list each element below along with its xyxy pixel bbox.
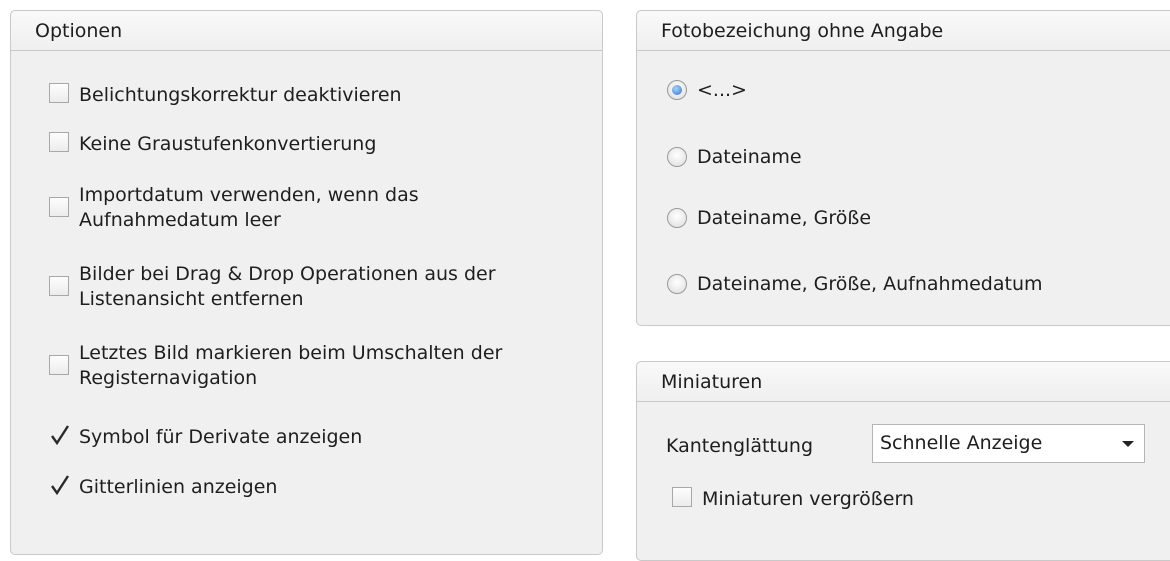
radio-filename-size[interactable]: Dateiname, Größe [667,207,871,229]
radio-filename[interactable]: Dateiname [667,146,802,168]
checkbox[interactable] [672,487,692,507]
radio-button[interactable] [667,208,687,228]
radio-label: Dateiname [697,146,802,168]
option-remove-on-drag-drop[interactable]: Bilder bei Drag & Drop Operationen aus d… [49,262,496,312]
option-label: Keine Graustufenkonvertierung [79,133,377,155]
thumbnails-panel-title: Miniaturen [637,362,1170,402]
option-use-import-date[interactable]: Importdatum verwenden, wenn das Aufnahme… [49,183,419,233]
option-label: Miniaturen vergrößern [702,488,914,510]
antialias-dropdown[interactable]: Schnelle Anzeige [872,424,1145,463]
radio-filename-size-date[interactable]: Dateiname, Größe, Aufnahmedatum [667,273,1043,295]
checkbox[interactable] [49,276,69,296]
radio-placeholder[interactable]: <...> [667,79,747,101]
photo-label-panel: Fotobezeichung ohne Angabe <...> Dateina… [636,10,1170,326]
option-label-line-2: Registernavigation [79,367,258,389]
option-label: Symbol für Derivate anzeigen [79,426,363,448]
radio-button[interactable] [667,147,687,167]
option-enlarge-thumbnails[interactable]: Miniaturen vergrößern [672,487,914,512]
option-label: Letztes Bild markieren beim Umschalten d… [79,341,502,391]
option-label-line-1: Importdatum verwenden, wenn das [79,184,419,206]
option-label-line-1: Bilder bei Drag & Drop Operationen aus d… [79,263,496,285]
radio-label: Dateiname, Größe [697,207,872,229]
checkbox[interactable] [49,197,69,217]
option-label: Importdatum verwenden, wenn das Aufnahme… [79,183,419,233]
option-label-line-2: Aufnahmedatum leer [79,209,281,231]
option-label-line-2: Listenansicht entfernen [79,288,304,310]
checkmark-icon [51,425,70,446]
radio-label: Dateiname, Größe, Aufnahmedatum [697,273,1043,295]
option-show-grid-lines[interactable]: Gitterlinien anzeigen [49,475,277,500]
option-label: Bilder bei Drag & Drop Operationen aus d… [79,262,496,312]
photo-label-panel-title: Fotobezeichung ohne Angabe [637,11,1170,51]
option-label-line-1: Letztes Bild markieren beim Umschalten d… [79,342,503,364]
options-panel: Optionen Belichtungskorrektur deaktivier… [10,10,603,555]
checkbox[interactable] [49,132,69,152]
options-panel-title: Optionen [11,11,602,51]
thumbnails-panel: Miniaturen Kantenglättung Schnelle Anzei… [636,361,1170,561]
option-show-derivative-symbol[interactable]: Symbol für Derivate anzeigen [49,425,362,450]
option-no-grayscale-conversion[interactable]: Keine Graustufenkonvertierung [49,132,376,157]
checkmark-icon [51,475,70,496]
radio-label: <...> [697,79,747,101]
checkbox[interactable] [49,83,69,103]
radio-button[interactable] [667,274,687,294]
option-disable-exposure-correction[interactable]: Belichtungskorrektur deaktivieren [49,83,402,108]
radio-button-selected[interactable] [667,80,687,100]
checkbox-checked[interactable] [49,475,70,496]
option-label: Belichtungskorrektur deaktivieren [79,84,402,106]
antialias-selected-value: Schnelle Anzeige [880,432,1043,454]
antialias-label: Kantenglättung [666,435,814,457]
chevron-down-icon[interactable] [1122,441,1134,447]
option-label: Gitterlinien anzeigen [79,476,278,498]
checkbox[interactable] [49,355,69,375]
checkbox-checked[interactable] [49,425,70,446]
option-mark-last-image[interactable]: Letztes Bild markieren beim Umschalten d… [49,341,502,391]
